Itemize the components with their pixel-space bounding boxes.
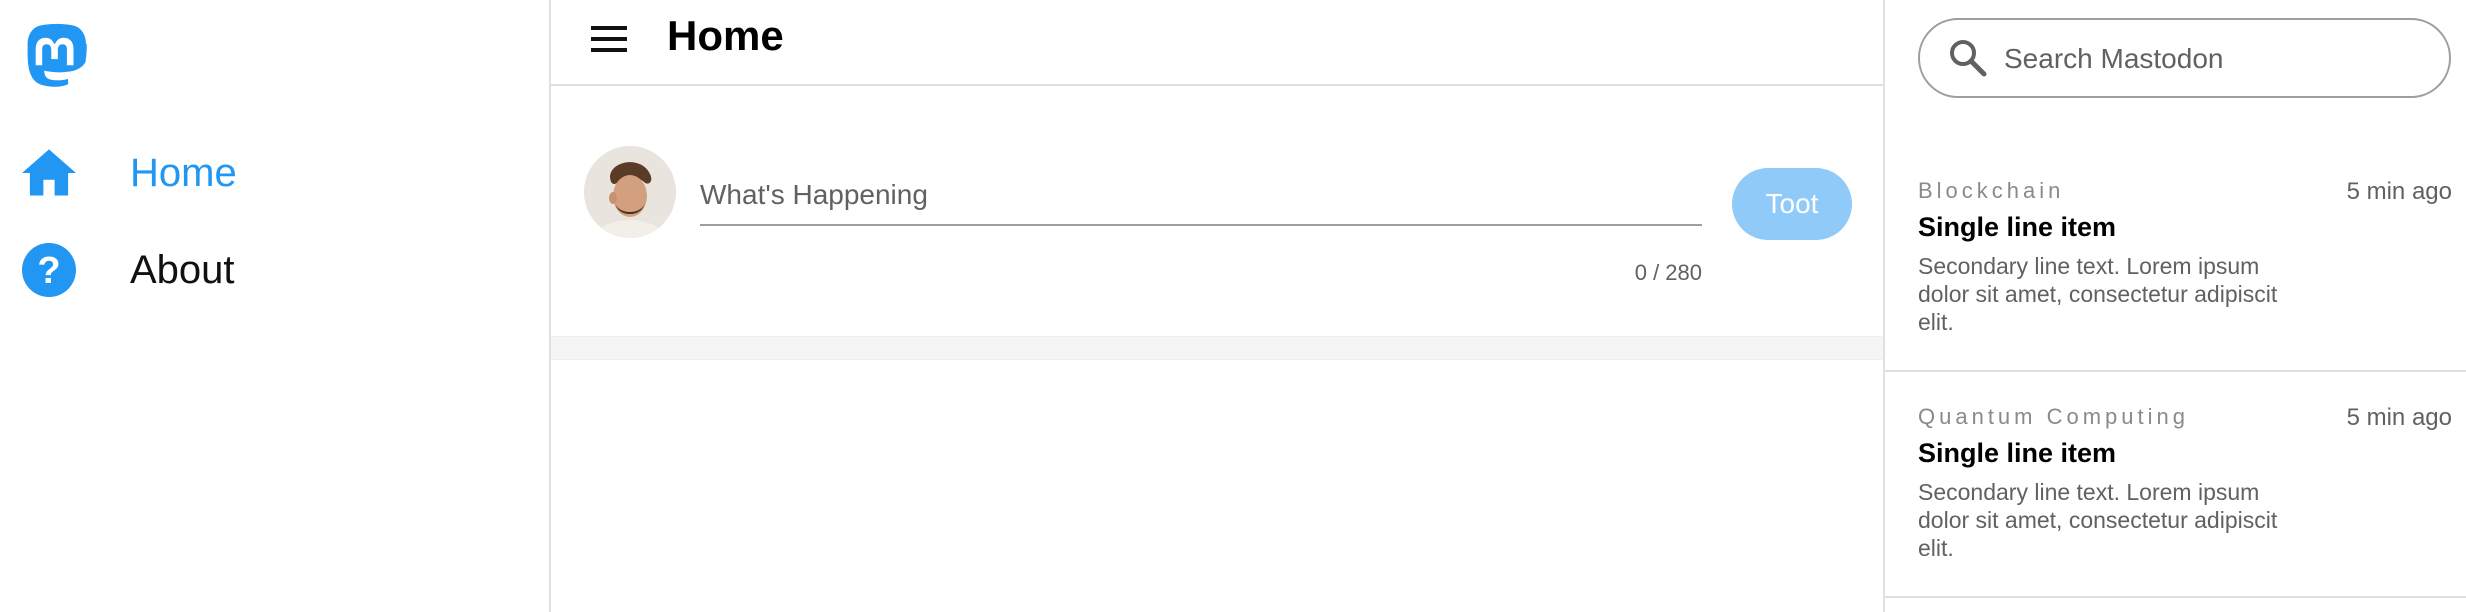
- compose-input[interactable]: [700, 166, 1702, 226]
- trend-time: 5 min ago: [2346, 178, 2452, 205]
- menu-icon[interactable]: [589, 22, 631, 58]
- trend-description: Secondary line text. Lorem ipsum dolor s…: [1918, 479, 2278, 561]
- compose-box: 0 / 280 Toot: [551, 86, 1883, 336]
- right-panel: Blockchain 5 min ago Single line item Se…: [1885, 0, 2466, 612]
- app-root: Home ? About Home What's Happening 0 / 2…: [0, 0, 2466, 612]
- help-circle-icon: ?: [22, 243, 76, 297]
- search-input[interactable]: [2002, 20, 2426, 98]
- character-counter: 0 / 280: [1634, 260, 1702, 285]
- avatar[interactable]: [584, 146, 676, 238]
- sidebar-item-label: About: [130, 248, 235, 292]
- search-box[interactable]: [1918, 18, 2451, 98]
- trend-topic: Quantum Computing: [1918, 404, 2189, 429]
- left-sidebar: Home ? About: [0, 0, 551, 612]
- sidebar-item-home[interactable]: Home: [0, 133, 530, 213]
- svg-text:?: ?: [37, 250, 60, 292]
- top-app-bar: Home: [551, 0, 1883, 86]
- toot-button[interactable]: Toot: [1732, 168, 1852, 240]
- trend-topic: Blockchain: [1918, 178, 2065, 203]
- list-item[interactable]: Quantum Computing 5 min ago Single line …: [1885, 372, 2466, 598]
- search-icon: [1948, 38, 1988, 78]
- page-title: Home: [667, 12, 784, 59]
- sidebar-item-about[interactable]: ? About: [0, 230, 530, 310]
- trend-title: Single line item: [1918, 438, 2117, 468]
- trend-time: 5 min ago: [2346, 404, 2452, 431]
- section-divider: [551, 336, 1883, 360]
- trend-description: Secondary line text. Lorem ipsum dolor s…: [1918, 253, 2278, 335]
- main-column: Home 0 / 280 Toot: [551, 0, 1885, 612]
- sidebar-item-label: Home: [130, 151, 237, 195]
- list-item[interactable]: Blockchain 5 min ago Single line item Se…: [1885, 146, 2466, 372]
- home-icon: [22, 146, 76, 200]
- trend-title: Single line item: [1918, 212, 2117, 242]
- mastodon-logo-icon[interactable]: [22, 22, 88, 90]
